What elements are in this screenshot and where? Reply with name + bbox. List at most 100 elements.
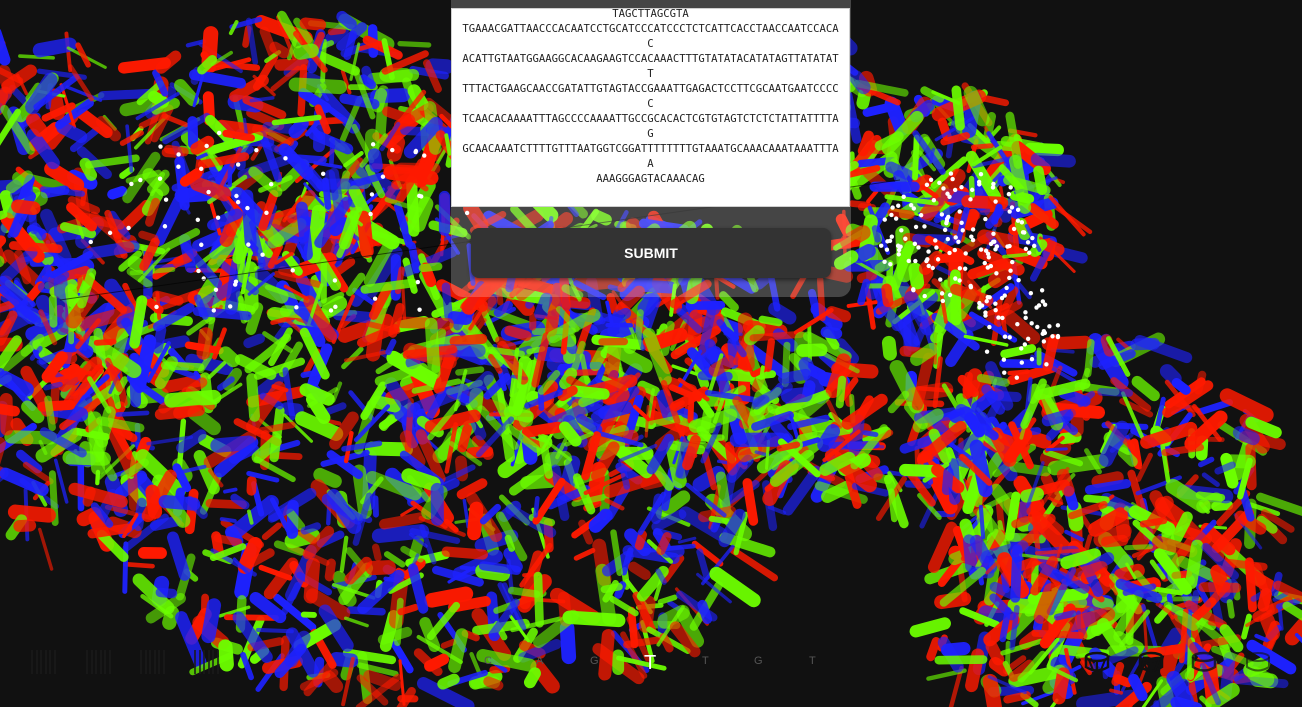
- paint-stroke: [778, 368, 812, 384]
- paint-stroke: [486, 346, 525, 358]
- paint-stroke: [379, 414, 396, 431]
- node-dot: [953, 276, 958, 281]
- paint-stroke: [455, 366, 485, 376]
- node-dot: [889, 234, 895, 239]
- paint-stroke: [172, 252, 194, 268]
- piano-keys-icon[interactable]: [31, 650, 57, 674]
- paint-stroke: [1002, 309, 1041, 345]
- node-dot: [419, 194, 424, 199]
- node-dot: [957, 209, 962, 214]
- node-dot: [211, 308, 216, 313]
- node-dot: [983, 313, 988, 318]
- node-dot: [290, 268, 295, 273]
- paint-stroke: [970, 143, 994, 150]
- paint-stroke: [119, 130, 144, 146]
- paint-stroke: [210, 435, 256, 453]
- node-dot: [893, 216, 899, 221]
- paint-stroke: [1083, 494, 1110, 504]
- paint-stroke: [30, 222, 47, 241]
- node-dot: [947, 292, 953, 298]
- paint-stroke: [123, 561, 155, 569]
- node-dot: [941, 186, 946, 191]
- paint-stroke: [835, 375, 847, 409]
- paint-stroke: [43, 381, 63, 391]
- node-dot: [896, 252, 901, 257]
- node-dot: [1011, 226, 1017, 232]
- node-dot: [206, 189, 211, 195]
- paint-stroke: [274, 58, 310, 71]
- paint-stroke: [152, 290, 184, 306]
- paint-stroke: [343, 616, 369, 628]
- node-dot: [1023, 246, 1029, 252]
- node-dot: [254, 147, 259, 153]
- paint-stroke: [262, 121, 295, 134]
- paint-stroke: [659, 632, 674, 653]
- paint-stroke: [656, 532, 672, 556]
- drum-icon[interactable]: [1244, 648, 1272, 676]
- paint-stroke: [1123, 544, 1153, 551]
- paint-stroke: [79, 157, 98, 181]
- paint-stroke: [32, 37, 77, 58]
- paint-stroke: [609, 595, 639, 617]
- node-dot: [956, 239, 961, 244]
- node-dot: [370, 142, 376, 147]
- paint-stroke: [1113, 674, 1133, 688]
- node-dot: [294, 305, 299, 310]
- drum-icon[interactable]: [1083, 648, 1111, 676]
- piano-keys-icon[interactable]: [86, 650, 112, 674]
- node-dot: [246, 242, 251, 247]
- node-dot: [912, 241, 918, 247]
- node-dot: [933, 238, 938, 243]
- paint-stroke: [366, 68, 420, 85]
- piano-keys-icon[interactable]: [194, 650, 220, 674]
- paint-stroke: [1048, 195, 1086, 237]
- paint-stroke: [881, 335, 897, 361]
- paint-stroke: [751, 394, 770, 410]
- base-letter: T: [809, 655, 816, 667]
- paint-stroke: [1030, 152, 1076, 168]
- node-dot: [195, 217, 201, 222]
- paint-stroke: [187, 116, 199, 150]
- node-dot: [991, 239, 996, 245]
- piano-keys-icon[interactable]: [140, 650, 166, 674]
- node-dot: [88, 239, 93, 245]
- paint-stroke: [595, 563, 617, 626]
- node-dot: [993, 247, 998, 252]
- node-dot: [199, 242, 204, 247]
- paint-stroke: [372, 495, 379, 518]
- node-dot: [158, 144, 163, 149]
- paint-stroke: [447, 311, 473, 326]
- paint-stroke: [628, 561, 651, 581]
- paint-stroke: [650, 493, 664, 525]
- paint-stroke: [1057, 431, 1082, 445]
- drum-icon[interactable]: [1190, 648, 1218, 676]
- paint-stroke: [48, 294, 58, 328]
- paint-stroke: [781, 387, 813, 404]
- node-dot: [931, 198, 937, 203]
- drum-icon[interactable]: [1137, 648, 1165, 676]
- paint-stroke: [441, 282, 453, 321]
- paint-stroke: [356, 210, 374, 259]
- node-dot: [908, 202, 914, 208]
- paint-stroke: [158, 494, 201, 511]
- paint-stroke: [1201, 472, 1220, 487]
- paint-stroke: [53, 274, 70, 336]
- paint-stroke: [299, 383, 335, 406]
- paint-stroke: [129, 295, 148, 349]
- paint-stroke: [1053, 610, 1077, 621]
- paint-stroke: [725, 441, 737, 475]
- sequence-input[interactable]: TAGCTTAGCGTA TGAAACGATTAACCCACAATCCTGCAT…: [451, 8, 850, 207]
- paint-stroke: [926, 637, 941, 662]
- submit-button[interactable]: SUBMIT: [471, 228, 831, 278]
- node-dot: [1015, 218, 1021, 223]
- node-dot: [138, 177, 143, 183]
- paint-stroke: [365, 560, 396, 576]
- node-dot: [890, 205, 895, 210]
- node-dot: [984, 349, 990, 354]
- paint-stroke: [857, 278, 871, 306]
- node-dot: [953, 235, 958, 240]
- paint-stroke: [588, 508, 613, 533]
- paint-stroke: [397, 603, 419, 616]
- node-dot: [1004, 285, 1009, 291]
- node-dot: [985, 251, 991, 257]
